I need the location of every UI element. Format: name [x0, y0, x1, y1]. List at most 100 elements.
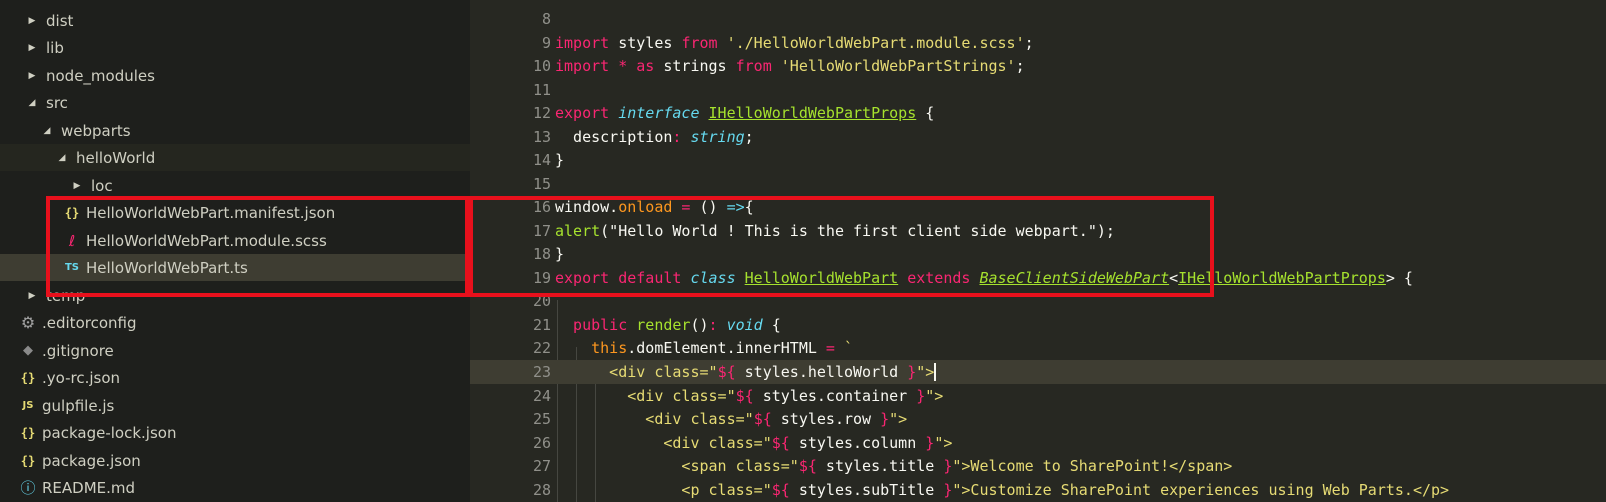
code-line-13: 13 description: string; [470, 125, 1606, 149]
tree-file-webpart-ts[interactable]: TS HelloWorldWebPart.ts [0, 254, 470, 281]
tree-file-manifest-json[interactable]: {} HelloWorldWebPart.manifest.json [0, 199, 470, 226]
line-number: 12 [532, 103, 551, 122]
chevron-down-icon: ◢ [28, 97, 36, 108]
tree-file-readme[interactable]: ⓘ README.md [0, 474, 470, 501]
tree-item-label: dist [46, 11, 74, 30]
code-line-28: 28 <p class="${ styles.subTitle }">Custo… [470, 478, 1606, 502]
code-line-9: 9 import styles from './HelloWorldWebPar… [470, 31, 1606, 55]
code-line-23: 23 <div class="${ styles.helloWorld }"> [470, 360, 1606, 384]
tree-file-editorconfig[interactable]: ⚙ .editorconfig [0, 309, 470, 336]
line-number: 22 [532, 338, 551, 357]
code-line-22: 22 this.domElement.innerHTML = ` [470, 336, 1606, 360]
line-number: 26 [532, 433, 551, 452]
tree-item-label: HelloWorldWebPart.ts [86, 258, 248, 277]
code-text: export default class HelloWorldWebPart e… [555, 268, 1413, 287]
tree-file-package-json[interactable]: {} package.json [0, 447, 470, 474]
chevron-right-icon: ▶ [28, 42, 36, 53]
tree-file-gulpfile-js[interactable]: JS gulpfile.js [0, 392, 470, 419]
code-text: this.domElement.innerHTML = ` [555, 338, 854, 357]
ts-file-icon: TS [64, 262, 80, 273]
tree-file-yo-rc-json[interactable]: {} .yo-rc.json [0, 364, 470, 391]
code-line-8: 8 [470, 7, 1606, 31]
code-text: description: string; [555, 127, 754, 146]
json-file-icon: {} [20, 370, 36, 385]
gear-icon: ⚙ [20, 313, 36, 332]
code-line-27: 27 <span class="${ styles.title }">Welco… [470, 454, 1606, 478]
tree-file-module-scss[interactable]: ℓ HelloWorldWebPart.module.scss [0, 227, 470, 254]
tree-item-label: HelloWorldWebPart.manifest.json [86, 203, 336, 222]
tree-item-label: node_modules [46, 66, 155, 85]
code-line-16: 16 window.onload = () =>{ [470, 195, 1606, 219]
tree-item-label: package.json [42, 451, 141, 470]
tree-item-label: src [46, 93, 68, 112]
code-text: <div class="${ styles.column }"> [555, 433, 953, 452]
tree-file-package-lock-json[interactable]: {} package-lock.json [0, 419, 470, 446]
code-line-24: 24 <div class="${ styles.container }"> [470, 384, 1606, 408]
tree-item-label: helloWorld [76, 148, 156, 167]
chevron-right-icon: ▶ [28, 290, 36, 301]
code-text: <div class="${ styles.container }"> [555, 386, 944, 405]
tree-folder-webparts[interactable]: ◢ webparts [0, 117, 470, 144]
tree-folder-temp[interactable]: ▶ temp [0, 282, 470, 309]
js-file-icon: JS [22, 400, 34, 411]
line-number: 18 [532, 244, 551, 263]
line-number: 16 [532, 197, 551, 216]
code-line-25: 25 <div class="${ styles.row }"> [470, 407, 1606, 431]
code-line-15: 15 [470, 172, 1606, 196]
chevron-down-icon: ◢ [43, 125, 51, 136]
code-text: <p class="${ styles.subTitle }">Customiz… [555, 480, 1450, 499]
tree-folder-helloworld[interactable]: ◢ helloWorld [0, 144, 470, 171]
code-text: import styles from './HelloWorldWebPart.… [555, 33, 1034, 52]
scss-file-icon: ℓ [68, 231, 76, 250]
line-number: 21 [532, 315, 551, 334]
tree-folder-src[interactable]: ◢ src [0, 89, 470, 116]
line-number: 20 [532, 291, 551, 310]
tree-item-label: loc [91, 176, 113, 195]
code-line-26: 26 <div class="${ styles.column }"> [470, 431, 1606, 455]
code-line-18: 18 } [470, 242, 1606, 266]
code-line-11: 11 [470, 78, 1606, 102]
line-number: 13 [532, 127, 551, 146]
code-text: } [555, 244, 565, 263]
info-icon: ⓘ [20, 479, 36, 497]
tree-item-label: lib [46, 38, 64, 57]
line-number: 24 [532, 386, 551, 405]
text-cursor [934, 363, 937, 382]
chevron-right-icon: ▶ [28, 70, 36, 81]
json-file-icon: {} [20, 453, 36, 468]
code-line-14: 14 } [470, 148, 1606, 172]
line-number: 8 [541, 9, 551, 28]
line-number: 9 [541, 33, 551, 52]
line-number: 19 [532, 268, 551, 287]
tree-folder-dist[interactable]: ▶ dist [0, 7, 470, 34]
tree-item-label: temp [46, 286, 86, 305]
line-number: 11 [532, 80, 551, 99]
code-line-19: 19 export default class HelloWorldWebPar… [470, 266, 1606, 290]
tree-folder-node-modules[interactable]: ▶ node_modules [0, 62, 470, 89]
chevron-down-icon: ◢ [58, 152, 66, 163]
code-line-17: 17 alert("Hello World ! This is the firs… [470, 219, 1606, 243]
code-line-20: 20 [470, 289, 1606, 313]
code-text: window.onload = () =>{ [555, 197, 754, 216]
json-file-icon: {} [20, 425, 36, 440]
line-number: 15 [532, 174, 551, 193]
tree-item-label: .yo-rc.json [42, 368, 121, 387]
code-line-12: 12 export interface IHelloWorldWebPartPr… [470, 101, 1606, 125]
code-text: export interface IHelloWorldWebPartProps… [555, 103, 935, 122]
git-icon: ◆ [23, 343, 33, 358]
code-text: } [555, 150, 565, 169]
file-explorer: ▶ dist ▶ lib ▶ node_modules ◢ src ◢ webp… [0, 0, 470, 502]
json-file-icon: {} [64, 205, 80, 220]
tree-folder-lib[interactable]: ▶ lib [0, 34, 470, 61]
code-line-10: 10 import * as strings from 'HelloWorldW… [470, 54, 1606, 78]
line-number: 23 [532, 362, 551, 381]
tree-item-label: .editorconfig [42, 313, 137, 332]
code-editor[interactable]: 8 9 import styles from './HelloWorldWebP… [470, 0, 1606, 502]
line-number: 14 [532, 150, 551, 169]
code-text: <div class="${ styles.row }"> [555, 409, 908, 428]
tree-folder-loc[interactable]: ▶ loc [0, 172, 470, 199]
tree-item-label: HelloWorldWebPart.module.scss [86, 231, 327, 250]
tree-file-gitignore[interactable]: ◆ .gitignore [0, 337, 470, 364]
chevron-right-icon: ▶ [28, 15, 36, 26]
line-number: 25 [532, 409, 551, 428]
